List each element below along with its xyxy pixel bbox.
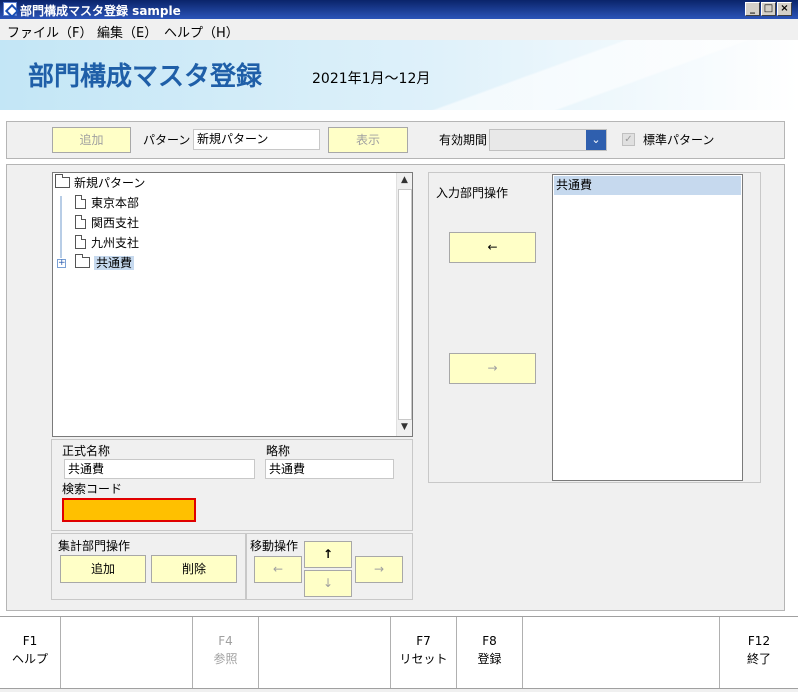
show-button[interactable]: 表示 bbox=[328, 127, 408, 153]
list-item[interactable]: 共通費 bbox=[554, 176, 741, 195]
add-pattern-button[interactable]: 追加 bbox=[52, 127, 131, 153]
f7-reset-key[interactable]: F7 リセット bbox=[391, 617, 457, 688]
tree-scrollbar[interactable]: ▲ ▼ bbox=[396, 173, 412, 436]
f12-exit-key[interactable]: F12 終了 bbox=[720, 617, 798, 688]
menu-help[interactable]: ヘルプ（H） bbox=[164, 22, 239, 41]
tree-node-kansai[interactable]: 関西支社 bbox=[75, 215, 139, 231]
official-name-label: 正式名称 bbox=[62, 444, 111, 458]
tree-node-label-selected: 共通費 bbox=[94, 256, 135, 270]
page-title: 部門構成マスタ登録 bbox=[28, 62, 263, 92]
move-ops-title: 移動操作 bbox=[250, 539, 299, 553]
aggregate-add-button[interactable]: 追加 bbox=[60, 555, 146, 583]
f1-help-key[interactable]: F1 ヘルプ bbox=[0, 617, 61, 688]
valid-period-select[interactable]: ⌄ bbox=[489, 129, 607, 151]
move-left-button[interactable]: ← bbox=[254, 556, 302, 583]
search-code-label: 検索コード bbox=[62, 482, 123, 496]
menu-file[interactable]: ファイル（F） bbox=[7, 22, 92, 41]
tree-node-label: 九州支社 bbox=[91, 236, 140, 250]
tree-node-label: 東京本部 bbox=[91, 196, 140, 210]
expand-icon[interactable]: + bbox=[57, 259, 66, 268]
tree-node-kyushu[interactable]: 九州支社 bbox=[75, 235, 139, 251]
tree-node-label: 新規パターン bbox=[74, 176, 146, 190]
tree-node-root[interactable]: 新規パターン bbox=[55, 174, 146, 191]
move-right-button[interactable]: → bbox=[355, 556, 403, 583]
pattern-label: パターン bbox=[143, 133, 191, 147]
fkey-label: 登録 bbox=[477, 652, 502, 666]
pattern-name-input[interactable]: 新規パターン bbox=[193, 129, 320, 150]
header-banner: 部門構成マスタ登録 2021年1月～12月 bbox=[0, 40, 798, 110]
document-icon bbox=[75, 215, 86, 229]
fkey-code: F7 bbox=[416, 634, 431, 648]
department-tree[interactable]: ▲ ▼ bbox=[52, 172, 413, 437]
title-bar: 部門構成マスタ登録 sample _ □ × bbox=[0, 0, 798, 19]
tree-node-tokyo[interactable]: 東京本部 bbox=[75, 195, 139, 211]
f8-register-key[interactable]: F8 登録 bbox=[457, 617, 523, 688]
aggregate-delete-button[interactable]: 削除 bbox=[151, 555, 237, 583]
official-name-input[interactable]: 共通費 bbox=[64, 459, 255, 479]
input-move-right-button[interactable]: → bbox=[449, 353, 536, 384]
fkey-code: F4 bbox=[218, 634, 233, 648]
period-label: 2021年1月～12月 bbox=[312, 71, 431, 87]
short-name-input[interactable]: 共通費 bbox=[265, 459, 394, 479]
fkey-code: F12 bbox=[747, 634, 771, 648]
fkey-empty-f5-f6 bbox=[259, 617, 391, 688]
menu-bar: ファイル（F） 編集（E） ヘルプ（H） bbox=[0, 19, 798, 41]
fkey-code: F8 bbox=[482, 634, 497, 648]
short-name-label: 略称 bbox=[266, 444, 291, 458]
maximize-button[interactable]: □ bbox=[761, 2, 776, 16]
move-down-button[interactable]: ↓ bbox=[304, 570, 352, 597]
tree-node-common[interactable]: 共通費 bbox=[75, 254, 135, 271]
fkey-label: 終了 bbox=[746, 652, 771, 666]
fkey-code: F1 bbox=[22, 634, 38, 648]
folder-icon bbox=[75, 254, 90, 268]
search-code-input[interactable] bbox=[62, 498, 196, 522]
f4-reference-key[interactable]: F4 参照 bbox=[193, 617, 259, 688]
move-up-button[interactable]: ↑ bbox=[304, 541, 352, 568]
app-icon bbox=[3, 2, 17, 16]
input-move-left-button[interactable]: ← bbox=[449, 232, 536, 263]
fkey-label: 参照 bbox=[213, 652, 238, 666]
document-icon bbox=[75, 235, 86, 249]
document-icon bbox=[75, 195, 86, 209]
function-key-bar: F1 ヘルプ F4 参照 F7 リセット F8 登録 F12 終了 bbox=[0, 616, 798, 689]
window-title: 部門構成マスタ登録 sample bbox=[20, 4, 181, 18]
input-ops-title: 入力部門操作 bbox=[436, 186, 509, 200]
standard-pattern-label: 標準パターン bbox=[643, 133, 715, 147]
scroll-up-icon[interactable]: ▲ bbox=[397, 173, 412, 188]
tree-node-label: 関西支社 bbox=[91, 216, 140, 230]
fkey-label: リセット bbox=[399, 652, 448, 666]
input-department-list[interactable]: 共通費 bbox=[552, 174, 743, 481]
chevron-down-icon[interactable]: ⌄ bbox=[586, 130, 606, 150]
fkey-empty-f9-f11 bbox=[523, 617, 720, 688]
aggregate-ops-title: 集計部門操作 bbox=[58, 539, 131, 553]
valid-period-label: 有効期間 bbox=[439, 133, 488, 147]
tree-connector bbox=[60, 196, 62, 258]
scroll-down-icon[interactable]: ▼ bbox=[397, 420, 412, 435]
folder-icon bbox=[55, 174, 70, 188]
close-button[interactable]: × bbox=[777, 2, 792, 16]
menu-edit[interactable]: 編集（E） bbox=[97, 22, 157, 41]
fkey-empty-f2-f3 bbox=[61, 617, 193, 688]
minimize-button[interactable]: _ bbox=[745, 2, 760, 16]
fkey-label: ヘルプ bbox=[11, 652, 48, 666]
standard-pattern-checkbox[interactable]: ✓ bbox=[622, 133, 635, 146]
scroll-thumb[interactable] bbox=[398, 189, 412, 420]
